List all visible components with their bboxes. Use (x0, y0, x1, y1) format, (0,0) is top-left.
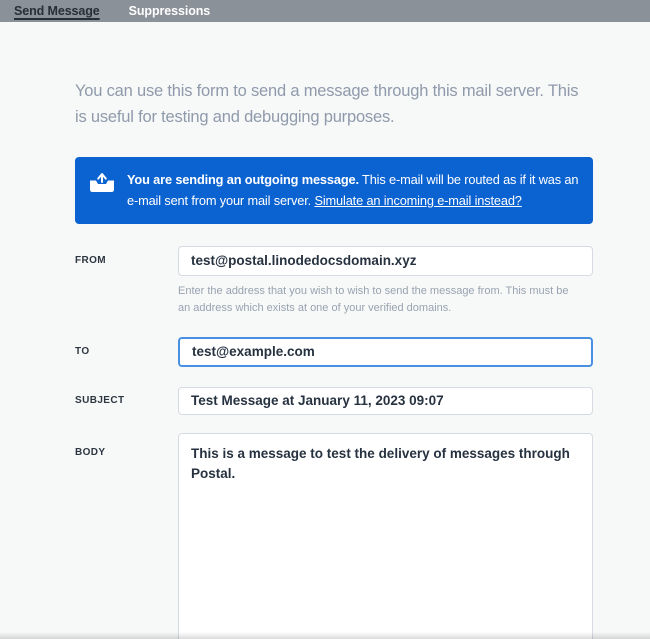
to-label: TO (75, 346, 178, 357)
from-label: FROM (75, 255, 178, 266)
body-label: BODY (75, 433, 178, 458)
nav-tab-suppressions[interactable]: Suppressions (129, 4, 210, 18)
subject-row: SUBJECT (75, 387, 593, 415)
intro-text: You can use this form to send a message … (75, 78, 593, 131)
to-input[interactable] (178, 337, 593, 367)
outgoing-mail-icon (89, 171, 115, 193)
outgoing-message-alert: You are sending an outgoing message. Thi… (75, 157, 593, 224)
top-nav: Send Message Suppressions (0, 0, 650, 22)
send-message-form: FROM Enter the address that you wish to … (75, 246, 593, 639)
simulate-incoming-link[interactable]: Simulate an incoming e-mail instead? (314, 193, 521, 208)
body-row: BODY This is a message to test the deliv… (75, 433, 593, 639)
subject-input[interactable] (178, 387, 593, 415)
alert-title: You are sending an outgoing message. (127, 172, 359, 187)
alert-message: You are sending an outgoing message. Thi… (127, 169, 579, 211)
subject-label: SUBJECT (75, 395, 178, 406)
from-help-text: Enter the address that you wish to wish … (178, 283, 582, 317)
to-row: TO (75, 337, 593, 367)
body-textarea[interactable]: This is a message to test the delivery o… (178, 433, 593, 639)
from-input[interactable] (178, 246, 593, 276)
nav-tab-send-message[interactable]: Send Message (14, 4, 100, 18)
main-content: You can use this form to send a message … (75, 78, 593, 639)
from-row: FROM Enter the address that you wish to … (75, 246, 593, 317)
